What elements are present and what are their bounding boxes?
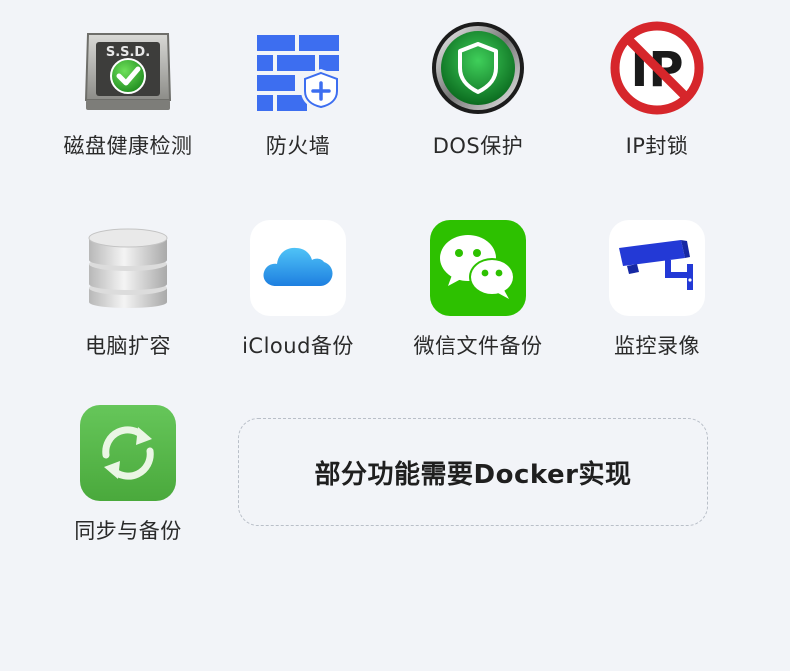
feature-surveillance[interactable]: 监控录像: [572, 218, 742, 360]
shield-icon: [428, 18, 528, 118]
feature-label: 磁盘健康检测: [63, 134, 193, 158]
feature-storage-expansion[interactable]: 电脑扩容: [43, 218, 213, 360]
svg-text:S.S.D.: S.S.D.: [106, 45, 150, 60]
docker-requirement-note: 部分功能需要Docker实现: [238, 418, 708, 526]
feature-label: 防火墙: [265, 134, 331, 158]
feature-label: 同步与备份: [74, 519, 182, 543]
feature-ip-block[interactable]: IP IP封锁: [572, 18, 742, 160]
feature-dos-protection[interactable]: DOS保护: [393, 18, 563, 160]
feature-label: 微信文件备份: [413, 334, 543, 358]
feature-label: DOS保护: [432, 134, 524, 158]
feature-label: 监控录像: [614, 334, 700, 358]
feature-label: IP封锁: [625, 134, 689, 158]
database-icon: [78, 218, 178, 318]
feature-label: iCloud备份: [242, 334, 354, 358]
cloud-icon: [248, 218, 348, 318]
camera-icon: [607, 218, 707, 318]
feature-sync-backup[interactable]: 同步与备份: [43, 403, 213, 545]
docker-note-text: 部分功能需要Docker实现: [314, 459, 632, 490]
sync-icon: [78, 403, 178, 503]
feature-icloud-backup[interactable]: iCloud备份: [213, 218, 383, 360]
ssd-health-icon: S.S.D.: [78, 18, 178, 118]
firewall-icon: [248, 18, 348, 118]
feature-label: 电脑扩容: [85, 334, 171, 358]
feature-firewall[interactable]: 防火墙: [213, 18, 383, 160]
ip-block-icon: IP: [607, 18, 707, 118]
feature-disk-health[interactable]: S.S.D. 磁盘健康检测: [43, 18, 213, 160]
feature-wechat-backup[interactable]: 微信文件备份: [393, 218, 563, 360]
wechat-icon: [428, 218, 528, 318]
